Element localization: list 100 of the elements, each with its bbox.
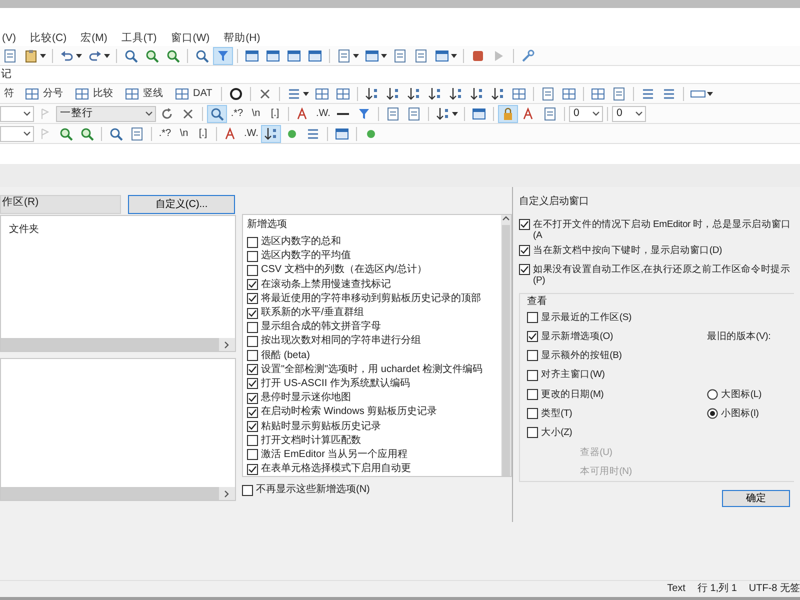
option-label: 小图标(I) — [721, 408, 759, 420]
checkbox[interactable] — [527, 331, 538, 342]
menu-item[interactable]: 宏(M) — [80, 32, 108, 44]
toolbar-button[interactable]: 比较 — [69, 84, 118, 102]
checkbox[interactable] — [519, 244, 530, 256]
column-header: 文件夹 — [9, 224, 39, 235]
option-label: 设置"全部检测"选项时，用 uchardet 检测文件编码 — [261, 364, 483, 376]
menu-item[interactable]: 窗口(W) — [170, 32, 210, 44]
checkbox[interactable] — [247, 364, 258, 376]
status-text: UTF-8 无签 — [748, 583, 800, 595]
checkbox[interactable] — [527, 350, 538, 362]
toolbar-button[interactable]: DAT — [169, 84, 218, 102]
dropdown-field[interactable]: 0 — [569, 106, 604, 122]
dropdown-field[interactable]: 0 — [612, 106, 646, 122]
menu-item[interactable]: 帮助(H) — [224, 32, 260, 44]
toolbar-button[interactable]: \n — [175, 124, 193, 142]
option-label: 联系新的水平/垂直群组 — [261, 307, 364, 320]
checkbox[interactable] — [527, 408, 538, 420]
option-label: 很酷 (beta) — [261, 350, 310, 362]
checkbox[interactable] — [527, 388, 538, 400]
status-text: 行 1,列 1 — [697, 583, 737, 595]
dropdown-field[interactable]: 一整行 — [56, 106, 156, 122]
scrollbar[interactable] — [1, 338, 235, 351]
toolbar-button[interactable]: .*? — [156, 124, 174, 142]
checkbox[interactable] — [527, 370, 538, 381]
option-label: 不再显示这些新增选项(N) — [256, 484, 370, 496]
option-label: 显示组合成的韩文拼音字母 — [261, 321, 381, 334]
workspace-field[interactable]: 作区(R) — [0, 195, 121, 214]
checkbox[interactable] — [247, 293, 258, 304]
toolbar-button[interactable]: [.] — [266, 104, 284, 122]
checkbox[interactable] — [247, 264, 258, 276]
caret-icon — [76, 54, 82, 58]
field-label: 最旧的版本(V): — [707, 330, 771, 342]
option-label: 将最近使用的字符串移动到剪贴板历史记录的顶部 — [261, 292, 481, 305]
option-label: 悬停时显示迷你地图 — [261, 392, 351, 404]
toolbar-button[interactable]: [.] — [194, 124, 212, 142]
scrollbar[interactable] — [1, 487, 235, 500]
option-label: 在表单元格选择模式下启用自动更 — [261, 463, 411, 476]
customize-button[interactable]: 自定义(C)... — [128, 195, 235, 214]
checkbox[interactable] — [247, 308, 258, 319]
dropdown-field[interactable] — [0, 106, 34, 122]
checkbox[interactable] — [519, 219, 530, 230]
menu-item[interactable]: 工具(T) — [121, 32, 157, 44]
checkbox[interactable] — [247, 336, 258, 347]
ok-button[interactable]: 确定 — [722, 490, 790, 508]
group-title: 查看 — [527, 296, 547, 307]
toolbar-button[interactable]: .*? — [228, 104, 246, 122]
tab[interactable]: 记 — [1, 68, 12, 81]
radio-button[interactable] — [707, 388, 718, 400]
dialog-title: 自定义启动窗口 — [519, 196, 589, 207]
chevron-down-icon — [23, 130, 31, 138]
caret-icon — [381, 54, 387, 58]
option-label: 打开文档时计算匹配数 — [261, 434, 361, 447]
scrollbar[interactable] — [501, 215, 511, 476]
chevron-right-icon — [223, 340, 231, 348]
toolbar-button[interactable]: 竖线 — [119, 84, 168, 102]
status-text: Text — [667, 583, 686, 595]
checkbox[interactable] — [247, 250, 258, 262]
option-label: 本可用时(N) — [580, 466, 632, 478]
checkbox[interactable] — [247, 464, 258, 475]
option-label: 显示最近的工作区(S) — [541, 312, 632, 323]
checkbox[interactable] — [247, 279, 258, 290]
checkbox[interactable] — [247, 322, 258, 333]
checkbox[interactable] — [527, 427, 538, 438]
caret-icon — [40, 54, 46, 58]
lock-icon[interactable] — [498, 104, 518, 122]
search-icon[interactable] — [207, 104, 227, 122]
radio-button[interactable] — [707, 408, 718, 420]
checkbox[interactable] — [247, 350, 258, 362]
option-label: 选区内数字的平均值 — [261, 250, 351, 262]
toolbar-button[interactable]: 分号 — [19, 84, 68, 102]
checkbox[interactable] — [247, 435, 258, 446]
option-label: 如果没有设置自动工作区,在执行还原之前工作区命令时提示(P) — [533, 264, 792, 287]
menu-item[interactable]: (V) — [2, 32, 16, 44]
option-label: 按出现次数对相同的字符串进行分组 — [261, 335, 421, 348]
checkbox[interactable] — [242, 484, 253, 496]
chevron-up-icon — [502, 215, 510, 223]
caret-icon — [104, 54, 110, 58]
checkbox[interactable] — [527, 312, 538, 323]
caret-icon — [353, 54, 359, 58]
checkbox[interactable] — [519, 264, 530, 275]
dropdown-field[interactable] — [0, 126, 34, 142]
filter-icon[interactable] — [213, 46, 233, 64]
checkbox[interactable] — [247, 421, 258, 432]
menu-item[interactable]: 比较(C) — [30, 32, 67, 44]
checkbox[interactable] — [247, 406, 258, 418]
toolbar-button[interactable]: \n — [247, 104, 265, 122]
option-label: CSV 文档中的列数（在选区内/总计） — [261, 264, 428, 276]
checkbox[interactable] — [247, 449, 258, 460]
checkbox[interactable] — [247, 392, 258, 404]
sort-icon[interactable] — [261, 124, 282, 142]
checkbox[interactable] — [247, 236, 258, 248]
option-label: 查器(U) — [580, 446, 612, 458]
chevron-down-icon — [635, 110, 644, 118]
checkbox[interactable] — [247, 378, 258, 390]
option-label: 在滚动条上禁用慢速查找标记 — [261, 278, 391, 291]
option-label: 当在新文档中按向下键时，显示启动窗口(D) — [533, 244, 722, 256]
toolbar-button[interactable]: 符 — [0, 84, 18, 102]
toolbar-button[interactable]: .W. — [314, 104, 332, 122]
toolbar-button[interactable]: .W. — [242, 124, 260, 142]
